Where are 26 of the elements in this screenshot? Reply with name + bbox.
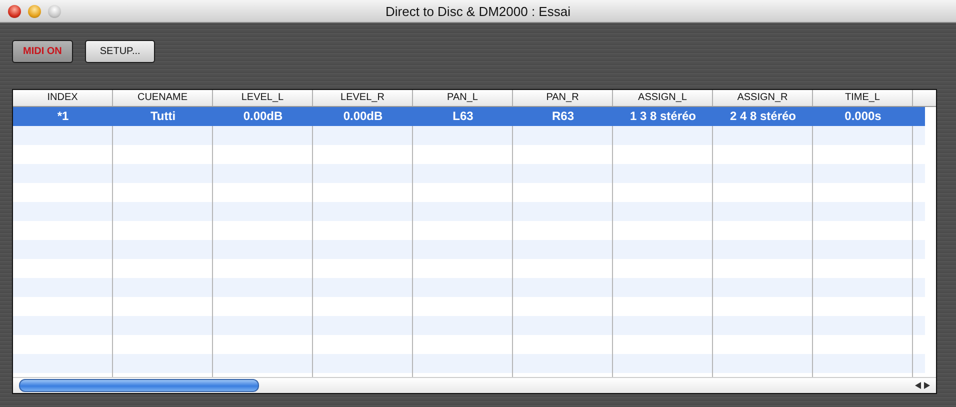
column-header[interactable]: ASSIGN_L xyxy=(613,90,713,106)
toolbar-button[interactable]: SETUP... xyxy=(84,40,156,63)
scroll-right-icon[interactable] xyxy=(924,382,930,389)
column-header[interactable]: PAN_L xyxy=(413,90,513,106)
column-header[interactable]: LEVEL_R xyxy=(313,90,413,106)
column-header[interactable]: PAN_R xyxy=(513,90,613,106)
table-cell-text: L63 xyxy=(452,108,474,125)
table-cell-text: Tutti xyxy=(149,108,177,125)
table-cell-text: *1 xyxy=(56,108,70,125)
horizontal-scrollbar[interactable] xyxy=(13,377,936,393)
scroll-thumb[interactable] xyxy=(19,379,259,392)
column-header[interactable]: TIME_L xyxy=(813,90,913,106)
table-cell-text: 0.000s xyxy=(844,108,882,125)
column-header[interactable]: CUENAME xyxy=(113,90,213,106)
table-row[interactable]: *1 Tutti 0.00dB 0.00dB L63 R63 1 3 8 stéréo 2 4 8 stéréo 0.000s xyxy=(13,107,925,126)
column-header[interactable]: ASSIGN_R xyxy=(713,90,813,106)
close-button[interactable] xyxy=(8,4,21,18)
table-cell-text: 1 3 8 stéréo xyxy=(628,108,698,125)
column-header[interactable]: LEVEL_L xyxy=(213,90,313,106)
column-header[interactable]: INDEX xyxy=(13,90,113,106)
table-cell-text: 2 4 8 stéréo xyxy=(728,108,798,125)
window-title: Direct to Disc & DM2000 : Essai xyxy=(386,4,570,18)
table-cell-text: 0.00dB xyxy=(342,108,384,125)
scroll-left-icon[interactable] xyxy=(915,382,921,389)
table-cell-text: R63 xyxy=(550,108,575,125)
table-cell-text: 0.00dB xyxy=(242,108,284,125)
